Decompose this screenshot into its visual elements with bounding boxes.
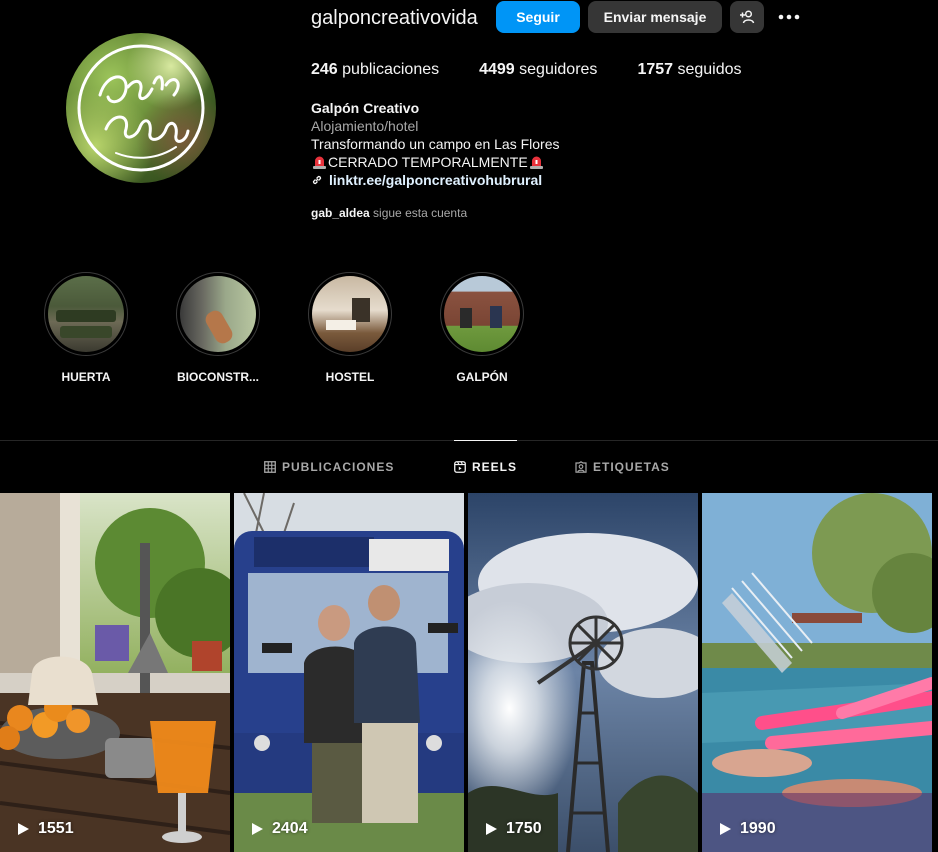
play-icon: [486, 823, 497, 835]
more-options-icon: [778, 14, 800, 20]
profile-avatar[interactable]: [66, 33, 216, 183]
grid-icon: [264, 461, 276, 473]
tagged-icon: [575, 461, 587, 473]
profile-bio: Galpón Creativo Alojamiento/hotel Transf…: [311, 99, 560, 189]
play-icon: [18, 823, 29, 835]
reel-view-count: 2404: [250, 820, 308, 838]
reel-thumbnail: [0, 493, 230, 852]
highlight-label: HUERTA: [61, 370, 111, 384]
logo-script-icon: [77, 44, 205, 172]
tab-etiquetas[interactable]: ETIQUETAS: [575, 441, 670, 493]
highlight-huerta[interactable]: HUERTA: [31, 272, 141, 384]
send-message-button[interactable]: Enviar mensaje: [588, 1, 722, 33]
highlight-label: GALPÓN: [456, 370, 508, 384]
add-user-icon: [740, 10, 755, 24]
highlight-label: BIOCONSTR...: [176, 370, 259, 384]
reel-thumbnail: [234, 493, 464, 852]
highlight-cover: [444, 276, 520, 352]
tab-publicaciones[interactable]: PUBLICACIONES: [264, 441, 394, 493]
reel-item[interactable]: 1750: [468, 493, 698, 852]
followers-count[interactable]: 4499 seguidores: [479, 61, 597, 79]
highlight-cover: [48, 276, 124, 352]
bio-link[interactable]: linktr.ee/galponcreativohubrural: [311, 171, 560, 189]
bio-line-2: CERRADO TEMPORALMENTE: [311, 153, 560, 171]
bio-line-1: Transformando un campo en Las Flores: [311, 136, 560, 152]
highlight-cover: [180, 276, 256, 352]
link-icon: [312, 175, 322, 185]
reel-view-count: 1551: [16, 820, 74, 838]
highlight-hostel[interactable]: HOSTEL: [295, 272, 405, 384]
bio-name: Galpón Creativo: [311, 100, 420, 116]
siren-icon: [313, 156, 326, 169]
highlight-cover: [312, 276, 388, 352]
tab-reels[interactable]: REELS: [454, 440, 518, 493]
posts-count: 246 publicaciones: [311, 61, 440, 78]
bio-category: Alojamiento/hotel: [311, 118, 419, 134]
reel-item[interactable]: 2404: [234, 493, 464, 852]
profile-page: galponcreativovida Seguir Enviar mensaje…: [0, 0, 938, 852]
more-options-button[interactable]: [774, 1, 804, 33]
highlight-galpon[interactable]: GALPÓN: [427, 272, 537, 384]
following-count[interactable]: 1757 seguidos: [637, 61, 741, 79]
suggested-accounts-button[interactable]: [730, 1, 764, 33]
reel-thumbnail: [468, 493, 698, 852]
reel-item[interactable]: 1551: [0, 493, 230, 852]
siren-icon: [529, 156, 543, 169]
followed-by[interactable]: gab_aldea sigue esta cuenta: [311, 206, 467, 220]
reel-view-count: 1990: [718, 820, 776, 838]
play-icon: [720, 823, 731, 835]
reel-thumbnail: [702, 493, 932, 852]
profile-username: galponcreativovida: [311, 7, 478, 29]
highlight-bioconstruccion[interactable]: BIOCONSTR...: [163, 272, 273, 384]
highlight-label: HOSTEL: [325, 370, 375, 384]
profile-stats: 246 publicaciones 4499 seguidores 1757 s…: [311, 61, 782, 79]
play-icon: [252, 823, 263, 835]
reel-item[interactable]: 1990: [702, 493, 932, 852]
reel-view-count: 1750: [484, 820, 542, 838]
reels-icon: [454, 461, 466, 473]
follow-button[interactable]: Seguir: [496, 1, 580, 33]
